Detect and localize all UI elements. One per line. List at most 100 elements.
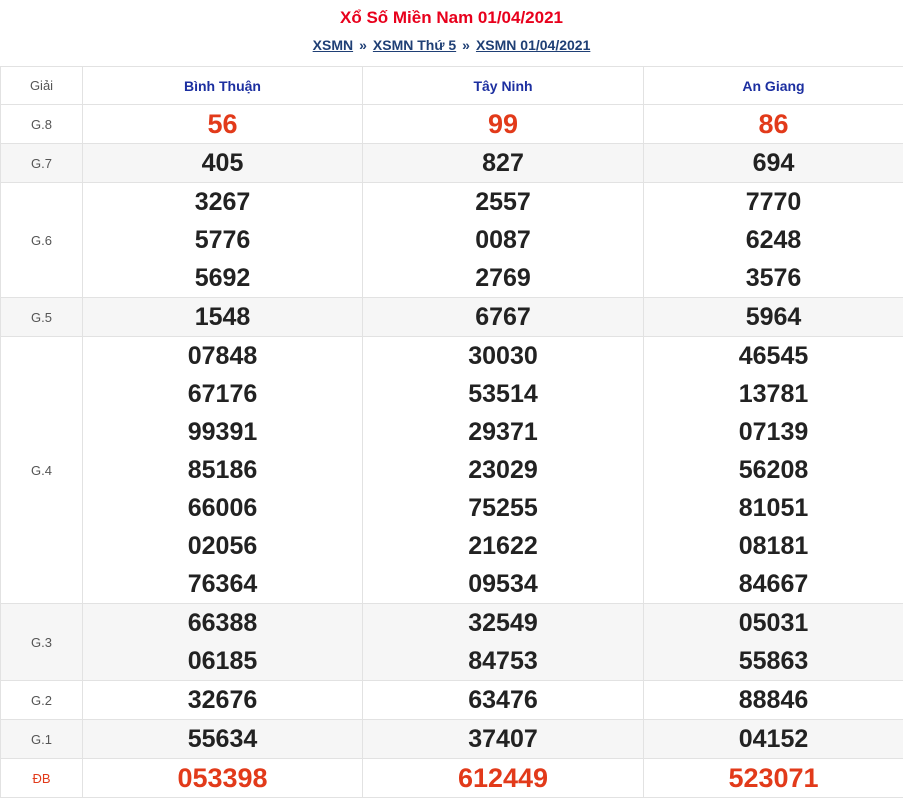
prize-label: G.6	[1, 183, 83, 298]
prize-label: ĐB	[1, 759, 83, 798]
prize-row: G.6326757765692255700872769777062483576	[1, 183, 903, 298]
result-number: 405	[83, 144, 362, 182]
result-number: 694	[644, 144, 903, 182]
result-number: 67176	[83, 375, 362, 413]
result-number: 84753	[363, 642, 643, 680]
result-number: 04152	[644, 720, 903, 758]
table-header-row: Giải Bình Thuận Tây Ninh An Giang	[1, 67, 903, 105]
result-number: 53514	[363, 375, 643, 413]
result-cell-tay-ninh: 827	[363, 144, 644, 183]
prize-row: G.2326766347688846	[1, 681, 903, 720]
breadcrumb-separator: »	[359, 37, 367, 53]
prize-label: G.2	[1, 681, 83, 720]
result-cell-binh-thuan: 053398	[83, 759, 363, 798]
result-cell-binh-thuan: 1548	[83, 298, 363, 337]
breadcrumb-link-xsmn-thu-5[interactable]: XSMN Thứ 5	[373, 37, 456, 53]
result-cell-tay-ninh: 37407	[363, 720, 644, 759]
result-number: 66388	[83, 604, 362, 642]
breadcrumb-separator: »	[462, 37, 470, 53]
result-number: 827	[363, 144, 643, 182]
result-number: 09534	[363, 565, 643, 603]
prize-label: G.4	[1, 337, 83, 604]
result-number: 523071	[644, 759, 903, 797]
result-cell-an-giang: 694	[644, 144, 903, 183]
result-cell-binh-thuan: 32676	[83, 681, 363, 720]
result-number: 612449	[363, 759, 643, 797]
result-cell-binh-thuan: 07848671769939185186660060205676364	[83, 337, 363, 604]
result-number: 46545	[644, 337, 903, 375]
prize-row: G.7405827694	[1, 144, 903, 183]
page-title: Xổ Số Miền Nam 01/04/2021	[0, 8, 903, 28]
prize-label: G.1	[1, 720, 83, 759]
result-cell-an-giang: 46545137810713956208810510818184667	[644, 337, 903, 604]
prize-row: ĐB053398612449523071	[1, 759, 903, 798]
result-cell-an-giang: 86	[644, 105, 903, 144]
result-number: 56208	[644, 451, 903, 489]
result-cell-tay-ninh: 63476	[363, 681, 644, 720]
result-number: 30030	[363, 337, 643, 375]
prize-row: G.5154867675964	[1, 298, 903, 337]
result-cell-binh-thuan: 326757765692	[83, 183, 363, 298]
result-number: 37407	[363, 720, 643, 758]
breadcrumb: XSMN » XSMN Thứ 5 » XSMN 01/04/2021	[0, 37, 903, 53]
prize-row: G.3663880618532549847530503155863	[1, 604, 903, 681]
result-number: 86	[644, 105, 903, 143]
result-number: 99	[363, 105, 643, 143]
breadcrumb-link-xsmn[interactable]: XSMN	[313, 37, 353, 53]
prize-label: G.7	[1, 144, 83, 183]
result-number: 21622	[363, 527, 643, 565]
prize-row: G.8569986	[1, 105, 903, 144]
result-number: 56	[83, 105, 362, 143]
result-number: 5964	[644, 298, 903, 336]
result-number: 85186	[83, 451, 362, 489]
result-number: 053398	[83, 759, 362, 797]
result-cell-binh-thuan: 55634	[83, 720, 363, 759]
result-number: 66006	[83, 489, 362, 527]
result-number: 02056	[83, 527, 362, 565]
result-number: 55634	[83, 720, 362, 758]
result-number: 76364	[83, 565, 362, 603]
result-number: 1548	[83, 298, 362, 336]
prize-label: G.8	[1, 105, 83, 144]
result-number: 13781	[644, 375, 903, 413]
prize-row: G.40784867176993918518666006020567636430…	[1, 337, 903, 604]
result-number: 32676	[83, 681, 362, 719]
province-header-tay-ninh: Tây Ninh	[363, 67, 644, 105]
results-body: G.8569986G.7405827694G.63267577656922557…	[1, 105, 903, 798]
result-number: 99391	[83, 413, 362, 451]
page-header: Xổ Số Miền Nam 01/04/2021 XSMN » XSMN Thứ …	[0, 0, 903, 66]
result-number: 32549	[363, 604, 643, 642]
result-number: 63476	[363, 681, 643, 719]
result-cell-an-giang: 0503155863	[644, 604, 903, 681]
result-number: 81051	[644, 489, 903, 527]
breadcrumb-link-xsmn-date[interactable]: XSMN 01/04/2021	[476, 37, 590, 53]
result-cell-tay-ninh: 255700872769	[363, 183, 644, 298]
result-cell-tay-ninh: 99	[363, 105, 644, 144]
result-cell-an-giang: 04152	[644, 720, 903, 759]
province-header-binh-thuan: Bình Thuận	[83, 67, 363, 105]
result-number: 7770	[644, 183, 903, 221]
result-cell-an-giang: 777062483576	[644, 183, 903, 298]
result-number: 07848	[83, 337, 362, 375]
result-cell-tay-ninh: 612449	[363, 759, 644, 798]
prize-row: G.1556343740704152	[1, 720, 903, 759]
result-cell-tay-ninh: 3254984753	[363, 604, 644, 681]
prize-label: G.3	[1, 604, 83, 681]
result-cell-binh-thuan: 56	[83, 105, 363, 144]
result-number: 3576	[644, 259, 903, 297]
result-number: 88846	[644, 681, 903, 719]
result-number: 5776	[83, 221, 362, 259]
prize-label: G.5	[1, 298, 83, 337]
result-number: 2769	[363, 259, 643, 297]
result-number: 6248	[644, 221, 903, 259]
result-number: 84667	[644, 565, 903, 603]
result-number: 5692	[83, 259, 362, 297]
result-cell-tay-ninh: 6767	[363, 298, 644, 337]
province-header-an-giang: An Giang	[644, 67, 903, 105]
results-table: Giải Bình Thuận Tây Ninh An Giang G.8569…	[0, 66, 903, 798]
result-number: 0087	[363, 221, 643, 259]
result-number: 29371	[363, 413, 643, 451]
result-number: 08181	[644, 527, 903, 565]
result-number: 3267	[83, 183, 362, 221]
result-number: 23029	[363, 451, 643, 489]
